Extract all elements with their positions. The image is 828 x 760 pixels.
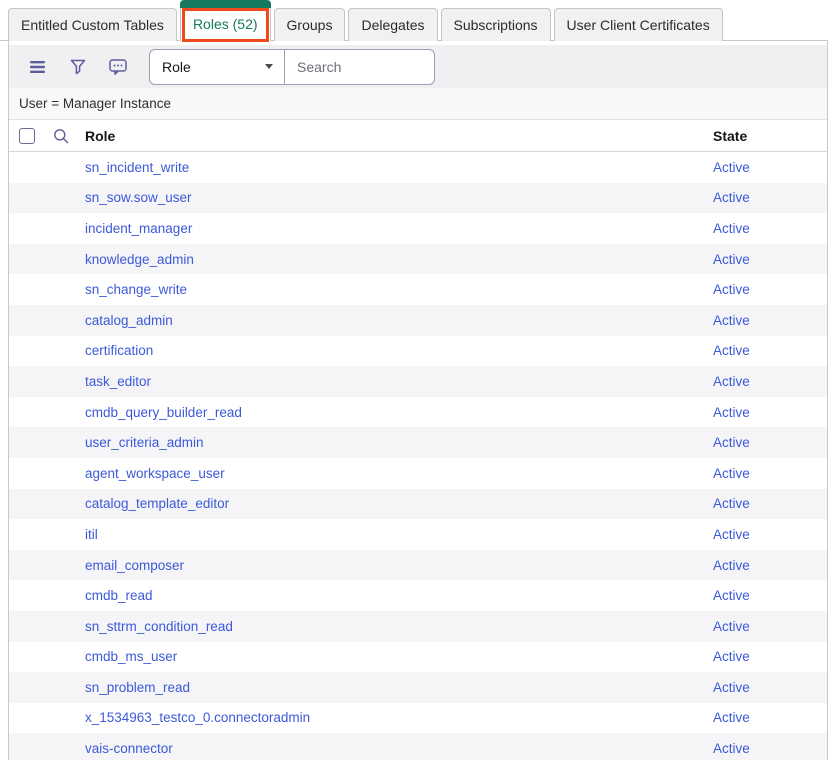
menu-icon[interactable] [26, 55, 50, 79]
state-value[interactable]: Active [713, 588, 750, 603]
roles-tab-panel: Role User = Manager Instance Role State … [8, 41, 828, 760]
state-value[interactable]: Active [713, 680, 750, 695]
table-row: incident_manager Active [9, 213, 827, 244]
table-row: sn_change_write Active [9, 274, 827, 305]
list-toolbar: Role [9, 45, 827, 88]
state-value[interactable]: Active [713, 558, 750, 573]
role-link[interactable]: sn_change_write [85, 282, 187, 297]
state-value[interactable]: Active [713, 190, 750, 205]
state-value[interactable]: Active [713, 160, 750, 175]
role-link[interactable]: cmdb_ms_user [85, 649, 177, 664]
comment-icon[interactable] [106, 55, 130, 79]
table-body: sn_incident_write Active sn_sow.sow_user Ac… [9, 152, 827, 760]
state-value[interactable]: Active [713, 313, 750, 328]
table-row: user_criteria_admin Active [9, 427, 827, 458]
table-row: catalog_template_editor Active [9, 489, 827, 520]
state-value[interactable]: Active [713, 405, 750, 420]
tab-label: Groups [287, 17, 333, 33]
tab-subscriptions[interactable]: Subscriptions [441, 8, 551, 41]
tab-entitled-custom-tables[interactable]: Entitled Custom Tables [8, 8, 177, 41]
table-row: itil Active [9, 519, 827, 550]
state-value[interactable]: Active [713, 435, 750, 450]
state-value[interactable]: Active [713, 466, 750, 481]
table-row: x_1534963_testco_0.connectoradmin Active [9, 703, 827, 734]
search-input[interactable] [285, 49, 435, 85]
role-link[interactable]: cmdb_query_builder_read [85, 405, 242, 420]
table-row: cmdb_ms_user Active [9, 642, 827, 673]
role-link[interactable]: agent_workspace_user [85, 466, 225, 481]
role-link[interactable]: task_editor [85, 374, 151, 389]
role-link[interactable]: catalog_template_editor [85, 496, 229, 511]
tab-label: Subscriptions [454, 17, 538, 33]
tab-roles-52[interactable]: Roles (52) [180, 6, 271, 41]
table-row: vais-connector Active [9, 733, 827, 760]
search-field-selector[interactable]: Role [149, 49, 285, 85]
filter-icon[interactable] [66, 55, 90, 79]
table-row: cmdb_read Active [9, 580, 827, 611]
table-row: cmdb_query_builder_read Active [9, 397, 827, 428]
state-value[interactable]: Active [713, 252, 750, 267]
state-value[interactable]: Active [713, 619, 750, 634]
role-link[interactable]: itil [85, 527, 98, 542]
chevron-down-icon [265, 64, 273, 69]
tab-label: Delegates [361, 17, 424, 33]
table-row: email_composer Active [9, 550, 827, 581]
role-link[interactable]: sn_sttrm_condition_read [85, 619, 233, 634]
tab-strip: Entitled Custom Tables Roles (52) Groups De… [8, 8, 723, 41]
role-link[interactable]: email_composer [85, 558, 184, 573]
state-value[interactable]: Active [713, 741, 750, 756]
role-link[interactable]: certification [85, 343, 153, 358]
role-link[interactable]: cmdb_read [85, 588, 153, 603]
table-header-row: Role State [9, 120, 827, 152]
table-row: agent_workspace_user Active [9, 458, 827, 489]
column-header-role[interactable]: Role [85, 128, 115, 144]
active-tab-highlight-box [182, 8, 269, 42]
tab-user-client-certificates[interactable]: User Client Certificates [554, 8, 723, 41]
table-row: task_editor Active [9, 366, 827, 397]
table-row: sn_incident_write Active [9, 152, 827, 183]
table-row: certification Active [9, 336, 827, 367]
select-all-checkbox[interactable] [19, 128, 35, 144]
table-row: knowledge_admin Active [9, 244, 827, 275]
role-link[interactable]: incident_manager [85, 221, 192, 236]
state-value[interactable]: Active [713, 527, 750, 542]
tab-delegates[interactable]: Delegates [348, 8, 437, 41]
role-link[interactable]: user_criteria_admin [85, 435, 204, 450]
tab-label: Roles (52) [193, 16, 258, 32]
filter-breadcrumb[interactable]: User = Manager Instance [9, 88, 827, 120]
tab-label: User Client Certificates [567, 17, 710, 33]
column-header-state[interactable]: State [713, 128, 747, 144]
role-link[interactable]: sn_sow.sow_user [85, 190, 192, 205]
state-value[interactable]: Active [713, 496, 750, 511]
role-link[interactable]: vais-connector [85, 741, 173, 756]
state-value[interactable]: Active [713, 649, 750, 664]
state-value[interactable]: Active [713, 374, 750, 389]
role-link[interactable]: knowledge_admin [85, 252, 194, 267]
table-row: sn_problem_read Active [9, 672, 827, 703]
tab-label: Entitled Custom Tables [21, 17, 164, 33]
state-value[interactable]: Active [713, 710, 750, 725]
table-row: sn_sow.sow_user Active [9, 183, 827, 214]
table-row: sn_sttrm_condition_read Active [9, 611, 827, 642]
state-value[interactable]: Active [713, 282, 750, 297]
tab-groups[interactable]: Groups [274, 8, 346, 41]
state-value[interactable]: Active [713, 343, 750, 358]
role-link[interactable]: sn_problem_read [85, 680, 190, 695]
role-link[interactable]: x_1534963_testco_0.connectoradmin [85, 710, 310, 725]
filter-breadcrumb-text: User = Manager Instance [19, 96, 171, 111]
search-field-selector-value: Role [162, 59, 191, 75]
table-row: catalog_admin Active [9, 305, 827, 336]
state-value[interactable]: Active [713, 221, 750, 236]
role-link[interactable]: sn_incident_write [85, 160, 189, 175]
role-link[interactable]: catalog_admin [85, 313, 173, 328]
column-search-icon[interactable] [53, 128, 69, 144]
